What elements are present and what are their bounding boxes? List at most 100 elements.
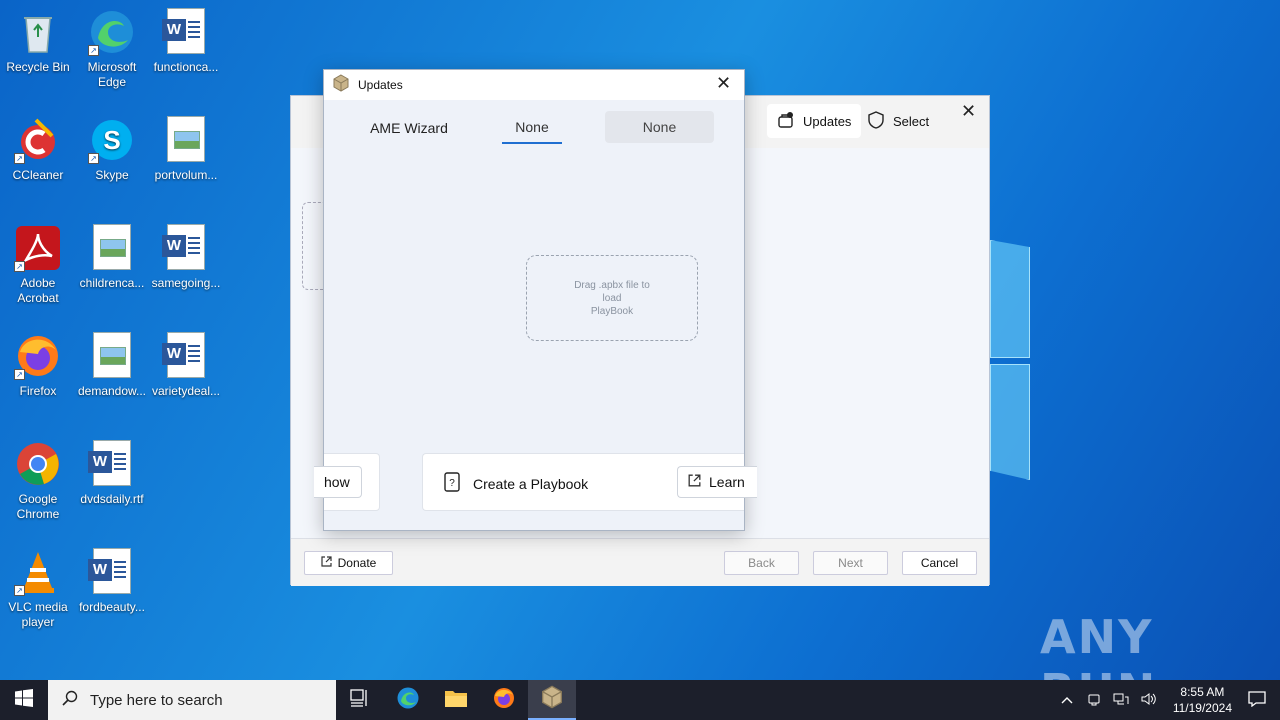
task-view-button[interactable] (336, 680, 384, 720)
image-file-icon (88, 332, 136, 380)
create-playbook-row: ? Create a Playbook (443, 472, 588, 495)
tab-none-selected[interactable]: None (502, 112, 562, 144)
tab-none[interactable]: None (605, 111, 714, 143)
desktop-icon-word-doc[interactable]: W functionca... (148, 8, 224, 75)
cancel-label: Cancel (920, 556, 959, 570)
clock-date: 11/19/2024 (1172, 701, 1232, 715)
svg-text:S: S (103, 125, 120, 155)
desktop-icon-image-file[interactable]: childrenca... (74, 224, 150, 291)
dropzone-text: load (602, 292, 622, 304)
skype-icon: S ↗ (88, 116, 136, 164)
windows-wallpaper-logo (990, 240, 1030, 480)
main-window-close-icon[interactable]: ✕ (961, 101, 976, 122)
word-document-icon: W (162, 8, 210, 56)
dialog-titlebar: Updates ✕ (324, 70, 744, 100)
image-file-icon (162, 116, 210, 164)
learn-button[interactable]: Learn (677, 466, 757, 498)
desktop-icon-word-doc[interactable]: W varietydeal... (148, 332, 224, 399)
tab-label: AME Wizard (370, 120, 448, 136)
next-label: Next (838, 556, 863, 570)
playbook-dropzone[interactable]: Drag .apbx file to load PlayBook (526, 255, 698, 341)
desktop-icon-image-file[interactable]: portvolum... (148, 116, 224, 183)
tab-label: None (515, 119, 549, 135)
search-icon (62, 690, 78, 710)
back-label: Back (748, 556, 775, 570)
app-package-icon (540, 685, 564, 714)
next-button[interactable]: Next (813, 551, 888, 575)
chevron-up-icon[interactable] (1061, 693, 1073, 707)
ccleaner-icon: ↗ (14, 116, 62, 164)
desktop-icon-word-doc[interactable]: W dvdsdaily.rtf (74, 440, 150, 507)
desktop-icon-recycle-bin[interactable]: Recycle Bin (0, 8, 76, 75)
taskbar-edge-button[interactable] (384, 680, 432, 720)
updates-toolbar-button[interactable]: Updates (767, 104, 862, 138)
desktop-icon-ccleaner[interactable]: ↗ CCleaner (0, 116, 76, 183)
donate-button[interactable]: Donate (304, 551, 393, 575)
taskbar-ame-wizard-button[interactable] (528, 680, 576, 720)
show-card: how (314, 453, 380, 511)
word-document-icon: W (162, 332, 210, 380)
taskbar: Type here to search 8:55 AM 11/19/2024 (0, 680, 1280, 720)
desktop-icon-word-doc[interactable]: W samegoing... (148, 224, 224, 291)
updates-toolbar-label: Updates (803, 113, 852, 129)
tab-ame-wizard[interactable]: AME Wizard (364, 112, 454, 144)
vlc-icon: ↗ (14, 548, 62, 596)
show-button[interactable]: how (314, 466, 362, 498)
folder-icon (444, 688, 468, 713)
edge-icon (396, 686, 420, 715)
network-icon[interactable] (1113, 692, 1129, 709)
notification-icon[interactable] (1248, 690, 1266, 710)
taskbar-firefox-button[interactable] (480, 680, 528, 720)
edge-icon: ↗ (88, 8, 136, 56)
volume-icon[interactable] (1141, 692, 1157, 709)
updates-dialog: Updates ✕ AME Wizard None None Drag .apb… (314, 69, 757, 531)
create-playbook-card: ? Create a Playbook Learn (422, 453, 757, 511)
donate-label: Donate (337, 556, 377, 570)
chrome-icon (14, 440, 62, 488)
taskbar-file-explorer-button[interactable] (432, 680, 480, 720)
shield-icon (867, 110, 885, 132)
select-toolbar-label: Select (893, 113, 930, 129)
taskbar-clock[interactable]: 8:55 AM 11/19/2024 (1173, 684, 1232, 716)
help-document-icon: ? (443, 472, 461, 495)
system-tray: 8:55 AM 11/19/2024 (1053, 680, 1280, 720)
dropzone-text: PlayBook (590, 305, 634, 317)
firefox-icon (492, 686, 516, 715)
image-file-icon (88, 224, 136, 272)
updates-icon (777, 111, 795, 132)
show-label: how (324, 474, 350, 490)
desktop-icon-vlc[interactable]: ↗ VLC media player (0, 548, 76, 630)
word-document-icon: W (88, 548, 136, 596)
app-package-icon (332, 73, 350, 97)
clock-time: 8:55 AM (1180, 685, 1225, 699)
dropzone-text: Drag .apbx file to (574, 279, 650, 291)
search-placeholder: Type here to search (90, 691, 223, 709)
dialog-close-icon[interactable]: ✕ (716, 73, 731, 94)
external-link-icon (688, 474, 701, 490)
main-window-footer: Donate Back Next Cancel (291, 538, 989, 586)
desktop-icon-chrome[interactable]: Google Chrome (0, 440, 76, 522)
external-link-icon (321, 556, 332, 570)
start-button[interactable] (0, 680, 48, 720)
create-playbook-label: Create a Playbook (473, 475, 589, 492)
firefox-icon: ↗ (14, 332, 62, 380)
word-document-icon: W (88, 440, 136, 488)
desktop-icon-word-doc[interactable]: W fordbeauty... (74, 548, 150, 615)
desktop-icon-image-file[interactable]: demandow... (74, 332, 150, 399)
learn-label: Learn (709, 474, 745, 490)
desktop-icon-skype[interactable]: S ↗ Skype (74, 116, 150, 183)
windows-start-icon (15, 688, 33, 712)
desktop-icon-firefox[interactable]: ↗ Firefox (0, 332, 76, 399)
task-view-icon (350, 688, 370, 712)
device-icon[interactable] (1087, 692, 1101, 709)
select-toolbar-button[interactable]: Select (857, 104, 939, 138)
taskbar-search-box[interactable]: Type here to search (48, 680, 336, 720)
word-document-icon: W (162, 224, 210, 272)
svg-text:?: ? (449, 478, 455, 489)
desktop-icon-acrobat[interactable]: ↗ Adobe Acrobat (0, 224, 76, 306)
acrobat-icon: ↗ (14, 224, 62, 272)
cancel-button[interactable]: Cancel (902, 551, 977, 575)
tab-label: None (642, 119, 677, 135)
desktop-icon-edge[interactable]: ↗ Microsoft Edge (74, 8, 150, 90)
back-button[interactable]: Back (724, 551, 799, 575)
